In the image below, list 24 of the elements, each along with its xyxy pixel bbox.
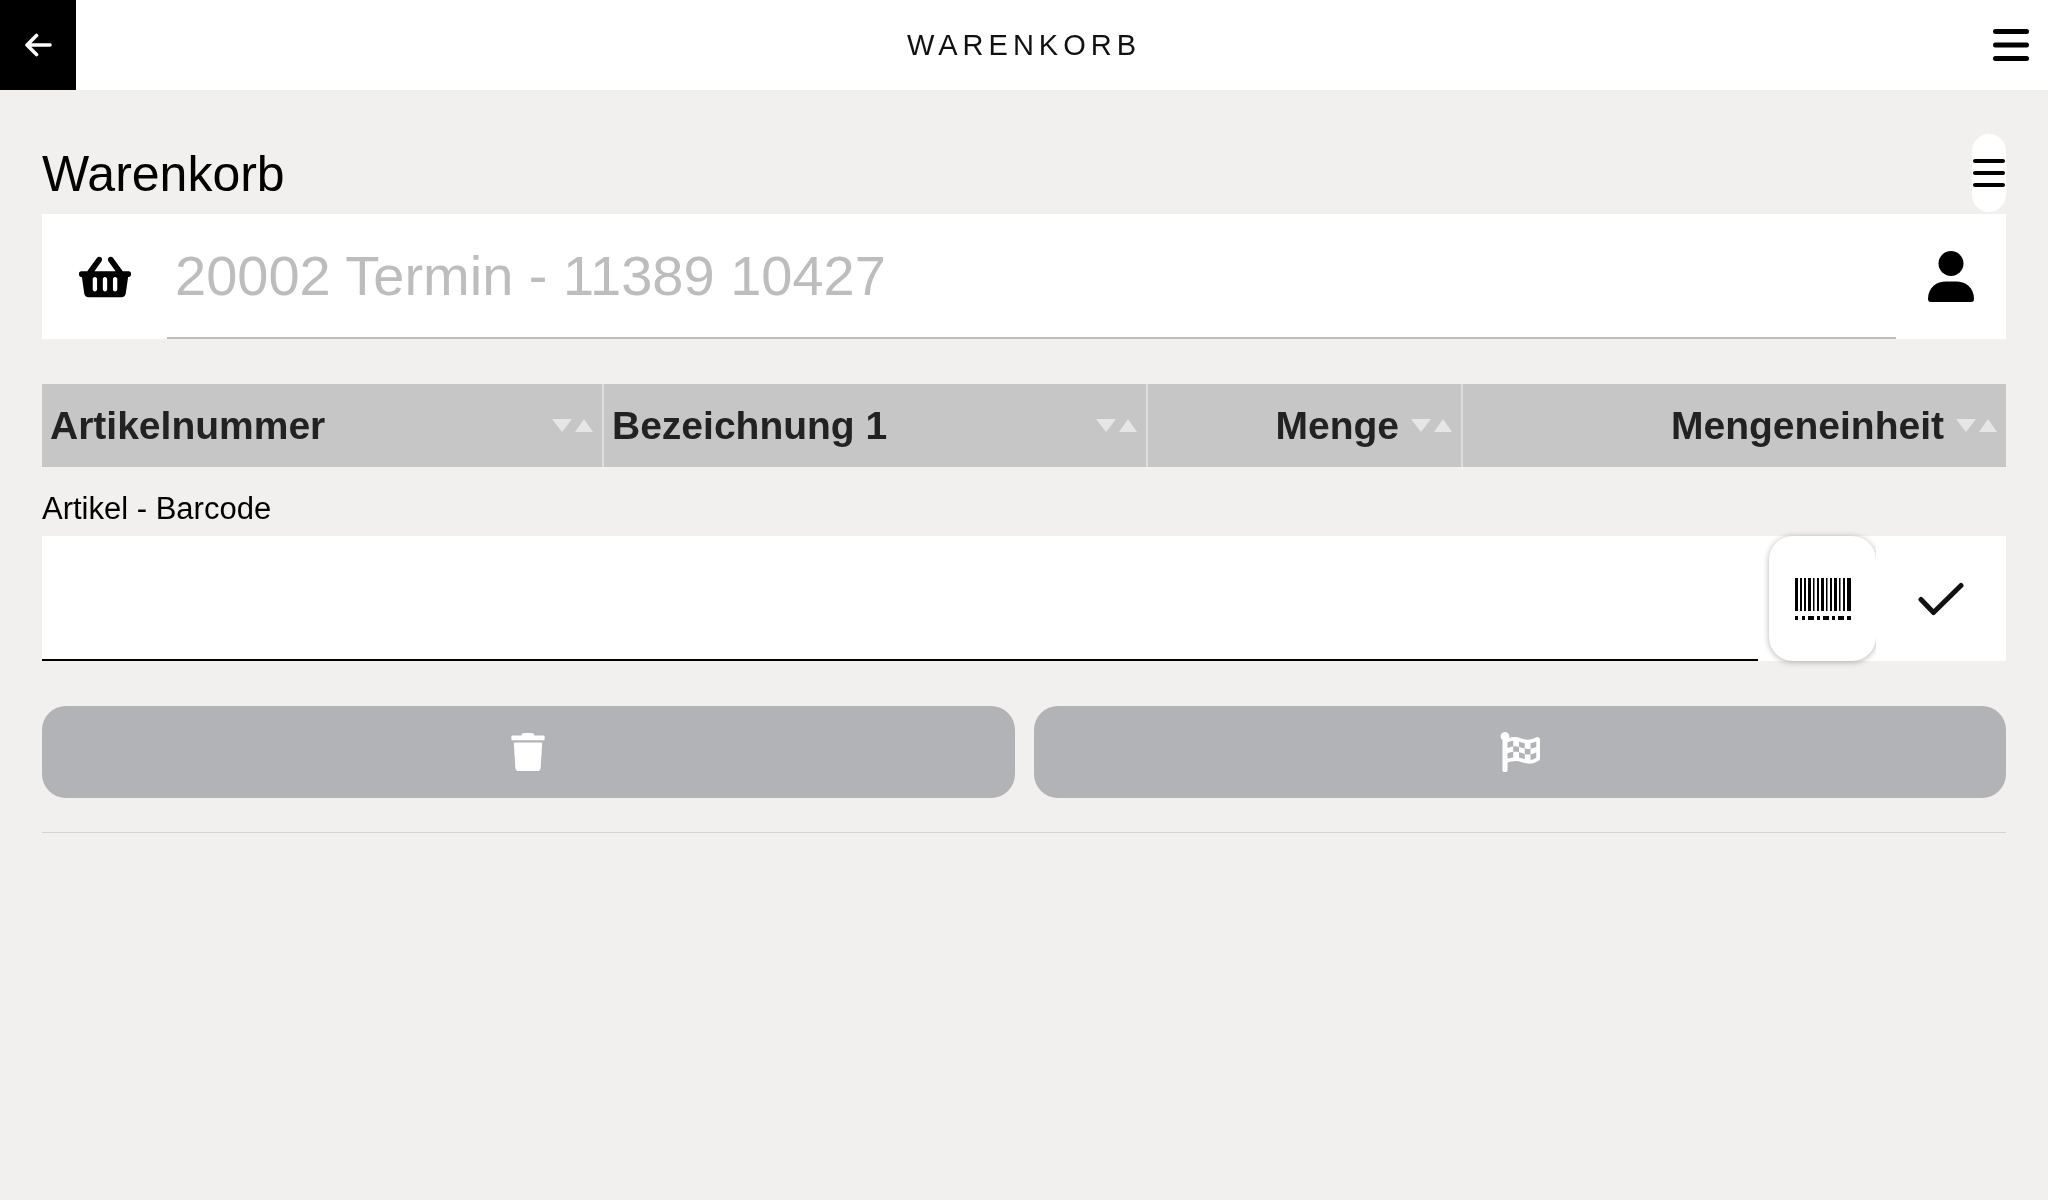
- column-header[interactable]: Mengeneinheit: [1461, 384, 2006, 467]
- arrow-left-icon: [24, 33, 52, 57]
- page-heading: Warenkorb: [42, 145, 285, 203]
- checkered-flag-icon: [1499, 732, 1540, 772]
- scan-button[interactable]: [1769, 536, 1876, 661]
- menu-icon: [1973, 159, 2005, 187]
- barcode-label: Artikel - Barcode: [42, 490, 272, 528]
- sort-icon: [1411, 419, 1452, 432]
- user-icon[interactable]: [1928, 251, 1974, 302]
- column-header[interactable]: Menge: [1146, 384, 1461, 467]
- menu-icon: [1993, 29, 2029, 61]
- trash-icon: [509, 733, 548, 771]
- app-bar-title: WARENKORB: [906, 28, 1142, 62]
- barcode-icon: [1794, 577, 1851, 620]
- sort-icon: [1096, 419, 1137, 432]
- back-button[interactable]: [0, 0, 76, 90]
- barcode-input[interactable]: [42, 536, 1758, 661]
- check-icon: [1918, 581, 1964, 616]
- sort-icon: [1956, 419, 1997, 432]
- column-header[interactable]: Bezeichnung 1: [602, 384, 1146, 467]
- options-menu-button[interactable]: [1972, 134, 2006, 212]
- column-header[interactable]: Artikelnummer: [42, 384, 602, 467]
- sort-icon: [552, 419, 593, 432]
- menu-button[interactable]: [1993, 29, 2029, 61]
